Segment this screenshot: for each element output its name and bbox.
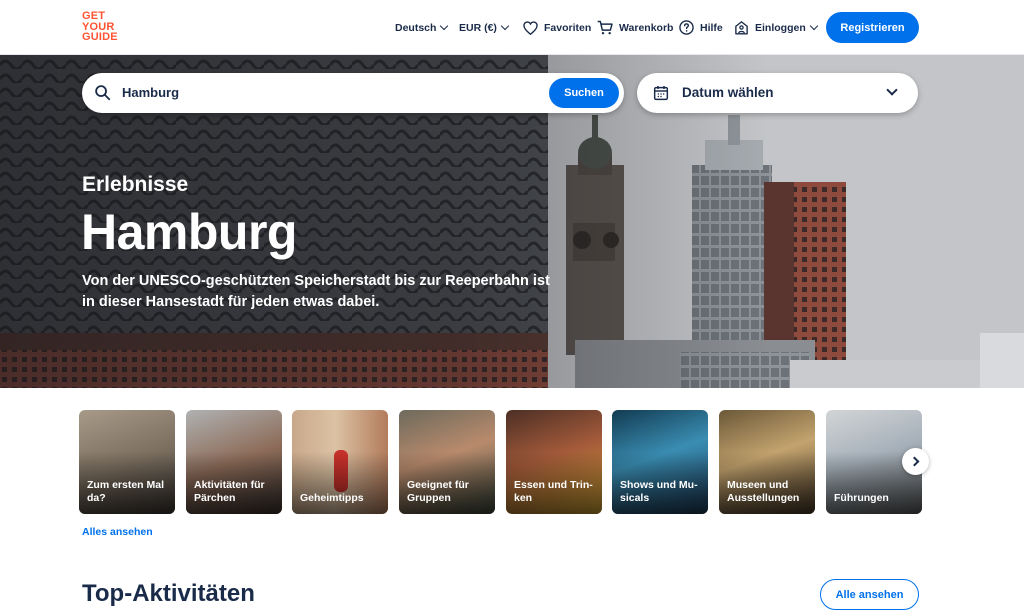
- cart-label: Warenkorb: [619, 21, 674, 34]
- search-button[interactable]: Suchen: [549, 78, 619, 108]
- chevron-down-icon: [500, 21, 510, 30]
- chevron-down-icon: [809, 21, 818, 30]
- help-label: Hilfe: [700, 21, 723, 34]
- top-activities-heading: Top-Aktivitäten: [82, 580, 255, 607]
- heart-icon: [523, 20, 538, 35]
- logo-line-1: GET: [82, 10, 106, 22]
- chevron-down-icon: [886, 84, 898, 96]
- currency-selector[interactable]: EUR (€): [459, 0, 510, 55]
- carousel-next-button[interactable]: [902, 448, 929, 475]
- category-carousel: Zum ersten Mal da? Aktivitäten für Pärch…: [79, 410, 924, 514]
- login-menu[interactable]: Einloggen: [734, 0, 818, 55]
- site-header: GET YOUR GUIDE Deutsch EUR (€) Favoriten…: [0, 0, 1024, 55]
- category-label: Aktivitäten für Pärchen: [194, 479, 265, 504]
- getyourguide-logo[interactable]: GET YOUR GUIDE: [82, 11, 124, 43]
- calendar-icon: [653, 86, 669, 101]
- favorites-link[interactable]: Favoriten: [523, 0, 591, 55]
- hero-eyebrow: Erlebnisse: [82, 173, 189, 196]
- category-label: Führungen: [834, 492, 889, 504]
- help-link[interactable]: Hilfe: [679, 0, 723, 55]
- chevron-down-icon: [440, 21, 449, 30]
- destination-search-field[interactable]: Hamburg Suchen: [82, 73, 624, 113]
- cart-icon: [597, 20, 613, 35]
- category-label: Museen und Ausstellungen: [727, 479, 800, 504]
- logo-line-3: GUIDE: [82, 31, 118, 43]
- cart-link[interactable]: Warenkorb: [597, 0, 673, 55]
- category-label: Zum ersten Mal da?: [87, 479, 165, 504]
- category-label: Essen und Trin-ken: [514, 479, 593, 504]
- category-card[interactable]: Aktivitäten für Pärchen: [186, 410, 282, 514]
- category-card[interactable]: Shows und Mu-sicals: [612, 410, 708, 514]
- see-all-activities-button[interactable]: Alle ansehen: [820, 579, 919, 610]
- user-icon: [735, 21, 748, 35]
- language-label: Deutsch: [395, 21, 437, 34]
- search-icon: [95, 85, 111, 101]
- chevron-right-icon: [909, 456, 919, 467]
- help-icon: [679, 20, 694, 35]
- category-card[interactable]: Geeignet für Gruppen: [399, 410, 495, 514]
- currency-label: EUR (€): [459, 21, 497, 34]
- date-picker-label: Datum wählen: [682, 85, 774, 100]
- login-label: Einloggen: [755, 21, 806, 34]
- category-label: Geeignet für Gruppen: [407, 479, 469, 504]
- category-card[interactable]: Museen und Ausstellungen: [719, 410, 815, 514]
- category-card[interactable]: Zum ersten Mal da?: [79, 410, 175, 514]
- category-label: Geheimtipps: [300, 492, 364, 504]
- see-all-categories-link[interactable]: Alles ansehen: [82, 526, 153, 538]
- register-button[interactable]: Registrieren: [826, 12, 919, 43]
- category-label: Shows und Mu-sicals: [620, 479, 698, 504]
- date-picker[interactable]: Datum wählen: [637, 73, 918, 113]
- category-card[interactable]: Essen und Trin-ken: [506, 410, 602, 514]
- favorites-label: Favoriten: [544, 21, 592, 34]
- hero-banner: Hamburg Suchen Datum wählen Erlebnisse H…: [0, 55, 1024, 388]
- search-input[interactable]: Hamburg: [122, 85, 179, 100]
- language-selector[interactable]: Deutsch: [395, 0, 449, 55]
- hero-subtitle: Von der UNESCO-geschützten Speicherstadt…: [82, 273, 550, 310]
- category-card[interactable]: Geheimtipps: [292, 410, 388, 514]
- page-title: Hamburg: [81, 204, 297, 260]
